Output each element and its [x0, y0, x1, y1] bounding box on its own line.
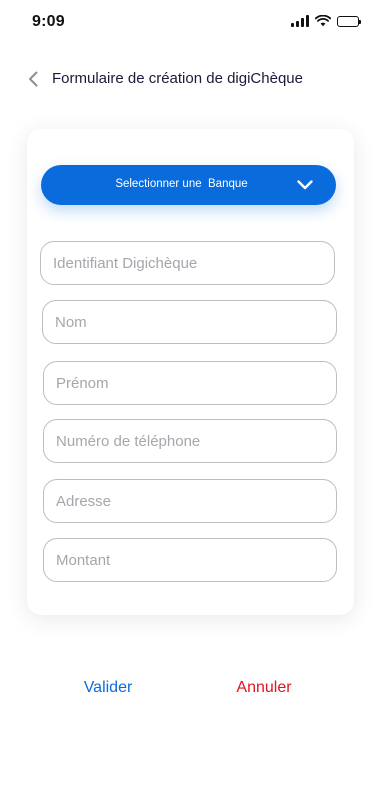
telephone-input[interactable] [44, 420, 336, 462]
montant-input[interactable] [44, 539, 336, 581]
nom-field[interactable] [42, 300, 337, 344]
header: Formulaire de création de digiChèque [0, 66, 375, 94]
bank-select-label: Selectionner une Banque [115, 178, 248, 190]
wifi-icon [315, 15, 331, 27]
form-card: Selectionner une Banque [27, 129, 354, 615]
adresse-input[interactable] [44, 480, 336, 522]
battery-icon [337, 15, 361, 27]
status-icons [291, 15, 361, 27]
prenom-field[interactable] [43, 361, 337, 405]
telephone-field[interactable] [43, 419, 337, 463]
validate-button[interactable]: Valider [68, 676, 148, 700]
page-title: Formulaire de création de digiChèque [52, 70, 303, 87]
identifiant-field[interactable] [40, 241, 335, 285]
status-time: 9:09 [32, 13, 65, 30]
nom-input[interactable] [43, 301, 336, 343]
chevron-down-icon [297, 180, 313, 190]
cancel-button[interactable]: Annuler [222, 676, 306, 700]
montant-field[interactable] [43, 538, 337, 582]
chevron-left-icon[interactable] [24, 69, 44, 89]
bank-select-dropdown[interactable]: Selectionner une Banque [41, 165, 336, 205]
status-bar: 9:09 [0, 0, 375, 44]
adresse-field[interactable] [43, 479, 337, 523]
signal-icon [291, 15, 309, 27]
identifiant-input[interactable] [41, 242, 334, 284]
prenom-input[interactable] [44, 362, 336, 404]
